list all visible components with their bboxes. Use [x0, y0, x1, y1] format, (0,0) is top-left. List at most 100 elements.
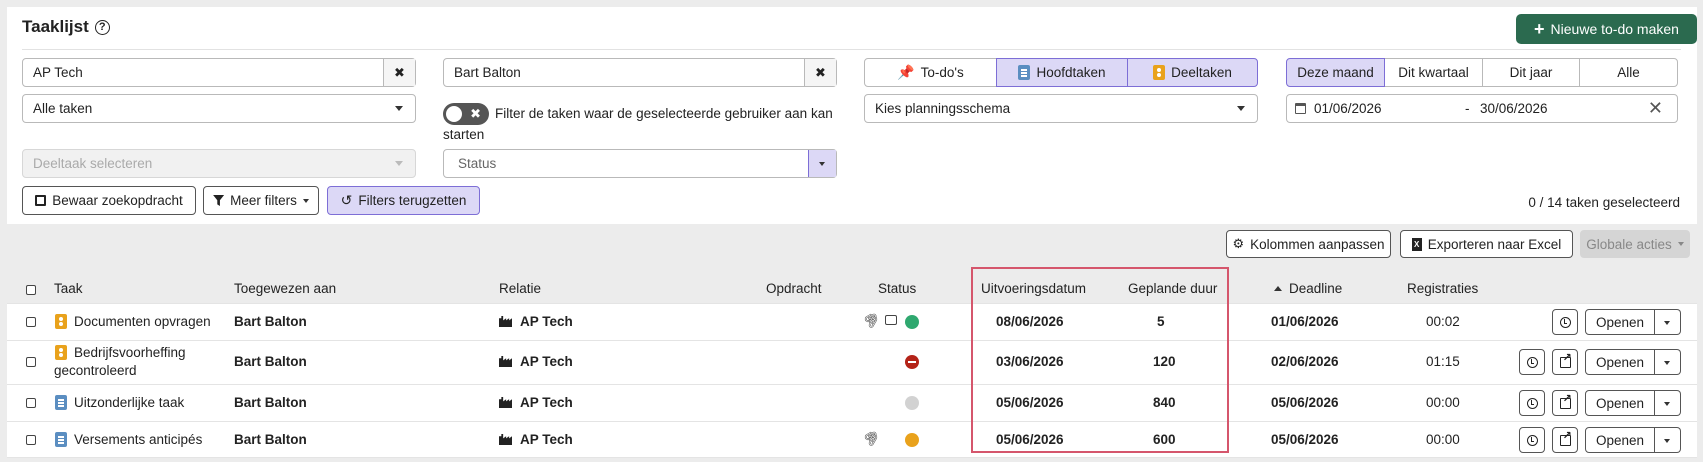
- clock-icon: [1526, 356, 1538, 368]
- table-row[interactable]: Bedrijfsvoorheffing gecontroleerd Bart B…: [7, 340, 1697, 384]
- chevron-down-icon: [1677, 242, 1684, 246]
- segment-this-quarter[interactable]: Dit kwartaal: [1384, 58, 1483, 87]
- period-segment-group: Deze maand Dit kwartaal Dit jaar Alle: [1286, 58, 1678, 87]
- clipboard-icon: [1018, 65, 1031, 80]
- task-name[interactable]: Bedrijfsvoorheffing gecontroleerd: [54, 344, 204, 380]
- date-from[interactable]: 01/06/2026: [1314, 101, 1382, 116]
- chevron-down-icon: [395, 161, 403, 166]
- segment-main-tasks[interactable]: Hoofdtaken: [996, 58, 1128, 87]
- open-button[interactable]: Openen: [1585, 349, 1655, 375]
- more-filters-button[interactable]: Meer filters: [203, 186, 319, 215]
- assigned-user: Bart Balton: [234, 314, 307, 329]
- status-dot: [905, 396, 919, 410]
- col-assignment[interactable]: Opdracht: [766, 281, 822, 296]
- registrations: 00:00: [1426, 395, 1460, 410]
- columns-button[interactable]: ⚙ Kolommen aanpassen: [1226, 230, 1391, 258]
- sort-ascending-icon: [1274, 286, 1282, 291]
- comment-icon[interactable]: [885, 315, 897, 325]
- registrations: 00:00: [1426, 432, 1460, 447]
- date-range-field[interactable]: 01/06/2026 - 30/06/2026 ✕: [1286, 94, 1678, 123]
- schedule-select[interactable]: Kies planningsschema: [864, 94, 1258, 123]
- segment-this-year[interactable]: Dit jaar: [1482, 58, 1580, 87]
- clock-icon: [1559, 316, 1571, 328]
- task-name[interactable]: Versements anticipés: [74, 432, 202, 447]
- time-register-button[interactable]: [1519, 349, 1545, 375]
- registrations: 00:02: [1426, 314, 1460, 329]
- task-name[interactable]: Uitzonderlijke taak: [74, 395, 184, 410]
- divider: [22, 49, 1681, 50]
- task-type-select[interactable]: Alle taken: [22, 94, 416, 123]
- clear-user-icon[interactable]: ✖: [804, 59, 836, 86]
- factory-icon: [499, 397, 512, 408]
- segment-subtasks[interactable]: Deeltaken: [1127, 58, 1258, 87]
- col-deadline[interactable]: Deadline: [1289, 281, 1342, 296]
- pin-icon: 📌: [897, 64, 915, 80]
- relation-name[interactable]: AP Tech: [520, 432, 573, 447]
- factory-icon: [499, 356, 512, 367]
- open-button[interactable]: Openen: [1585, 390, 1655, 416]
- chevron-down-icon: [395, 106, 403, 111]
- clear-relation-icon[interactable]: ✖: [383, 59, 415, 86]
- relation-name[interactable]: AP Tech: [520, 354, 573, 369]
- date-separator: -: [1465, 101, 1470, 116]
- external-link-icon: [1559, 429, 1572, 446]
- relation-name[interactable]: AP Tech: [520, 395, 573, 410]
- date-to[interactable]: 30/06/2026: [1480, 101, 1548, 116]
- open-dropdown-button[interactable]: [1655, 309, 1681, 335]
- attachment-icon[interactable]: 🖇: [860, 309, 882, 332]
- main-task-icon: [55, 395, 67, 410]
- open-dropdown-button[interactable]: [1655, 349, 1681, 375]
- task-name[interactable]: Documenten opvragen: [74, 314, 211, 329]
- table-row[interactable]: Uitzonderlijke taak Bart Balton AP Tech …: [7, 384, 1697, 421]
- excel-file-icon: X: [1411, 237, 1422, 251]
- new-todo-button[interactable]: + Nieuwe to-do maken: [1516, 14, 1697, 44]
- col-registrations[interactable]: Registraties: [1407, 281, 1478, 296]
- row-checkbox[interactable]: [26, 317, 36, 327]
- help-icon[interactable]: ?: [94, 19, 110, 35]
- deadline: 01/06/2026: [1271, 314, 1339, 329]
- col-task[interactable]: Taak: [54, 281, 83, 296]
- deadline: 05/06/2026: [1271, 395, 1339, 410]
- save-search-button[interactable]: Bewaar zoekopdracht: [22, 186, 196, 215]
- relation-select[interactable]: AP Tech ✖: [22, 58, 416, 87]
- factory-icon: [499, 316, 512, 327]
- open-button[interactable]: Openen: [1585, 309, 1655, 335]
- attachment-icon[interactable]: 🖇: [860, 427, 882, 450]
- row-checkbox[interactable]: [26, 357, 36, 367]
- user-select[interactable]: Bart Balton ✖: [443, 58, 837, 87]
- time-register-button[interactable]: [1552, 309, 1578, 335]
- external-link-button[interactable]: [1552, 349, 1578, 375]
- time-register-button[interactable]: [1519, 427, 1545, 453]
- status-dot: [905, 315, 919, 329]
- row-checkbox[interactable]: [26, 398, 36, 408]
- export-excel-button[interactable]: X Exporteren naar Excel: [1400, 230, 1573, 258]
- table-row[interactable]: Versements anticipés Bart Balton AP Tech…: [7, 421, 1697, 458]
- highlight-box: [971, 267, 1229, 453]
- open-dropdown-button[interactable]: [1655, 427, 1681, 453]
- segment-all[interactable]: Alle: [1579, 58, 1678, 87]
- status-dropdown-button[interactable]: [808, 150, 836, 177]
- segment-todos[interactable]: 📌 To-do's: [864, 58, 997, 87]
- segment-this-month[interactable]: Deze maand: [1286, 58, 1385, 87]
- select-all-checkbox[interactable]: [26, 285, 36, 295]
- col-relation[interactable]: Relatie: [499, 281, 541, 296]
- deadline: 02/06/2026: [1271, 354, 1339, 369]
- reset-filters-button[interactable]: ↺ Filters terugzetten: [327, 186, 480, 215]
- open-dropdown-button[interactable]: [1655, 390, 1681, 416]
- row-checkbox[interactable]: [26, 435, 36, 445]
- table-row[interactable]: Documenten opvragen Bart Balton AP Tech …: [7, 303, 1697, 340]
- external-link-button[interactable]: [1552, 390, 1578, 416]
- open-button[interactable]: Openen: [1585, 427, 1655, 453]
- col-assigned[interactable]: Toegewezen aan: [234, 281, 336, 296]
- status-dot: [905, 433, 919, 447]
- time-register-button[interactable]: [1519, 390, 1545, 416]
- status-select[interactable]: Status: [443, 149, 837, 178]
- relation-name[interactable]: AP Tech: [520, 314, 573, 329]
- deadline: 05/06/2026: [1271, 432, 1339, 447]
- external-link-button[interactable]: [1552, 427, 1578, 453]
- col-status[interactable]: Status: [878, 281, 916, 296]
- undo-icon: ↺: [340, 192, 353, 208]
- clock-icon: [1526, 397, 1538, 409]
- factory-icon: [499, 434, 512, 445]
- clear-date-icon[interactable]: ✕: [1648, 98, 1663, 119]
